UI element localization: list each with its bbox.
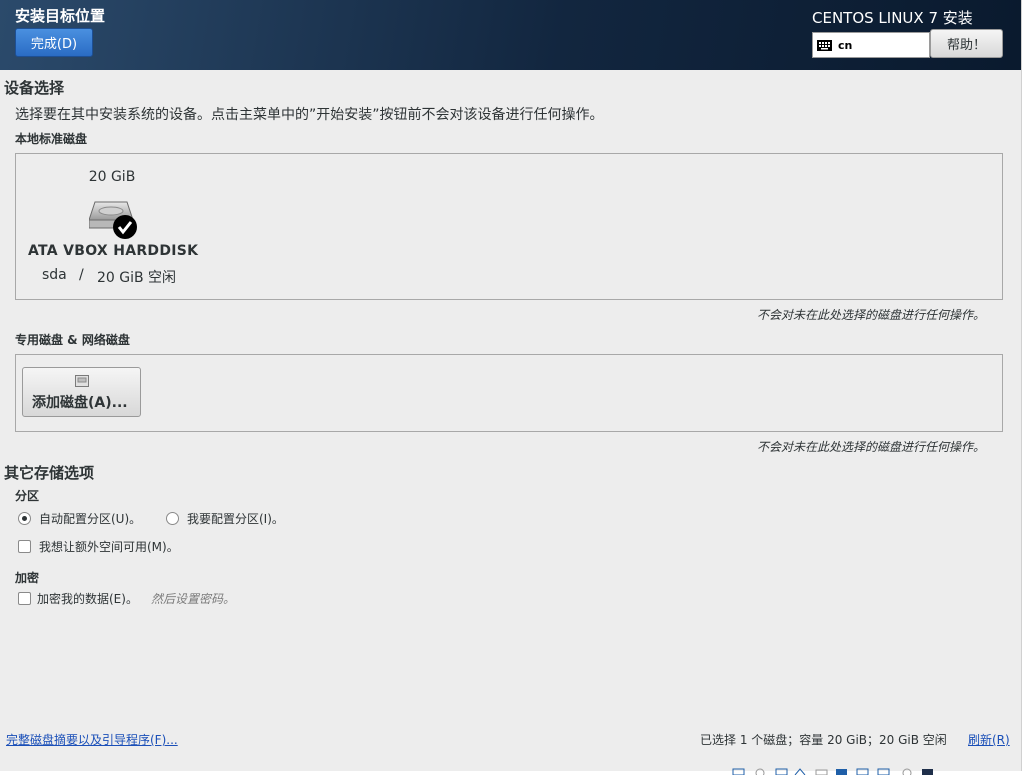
add-disk-icon bbox=[75, 375, 89, 387]
manual-partition-label[interactable]: 我要配置分区(I)。 bbox=[187, 510, 284, 527]
installer-window: 安装目标位置 完成(D) CENTOS LINUX 7 安装 cn 帮助！ 设备… bbox=[0, 0, 1021, 771]
manual-partition-radio[interactable] bbox=[166, 512, 179, 525]
disk-separator: / bbox=[79, 267, 84, 283]
done-button[interactable]: 完成(D) bbox=[15, 28, 93, 57]
auto-partition-label[interactable]: 自动配置分区(U)。 bbox=[39, 510, 141, 527]
status-tray-icons bbox=[732, 768, 933, 778]
extra-space-label[interactable]: 我想让额外空间可用(M)。 bbox=[39, 538, 179, 555]
page-title: 安装目标位置 bbox=[15, 7, 106, 25]
host-status-bar bbox=[732, 764, 942, 778]
local-disks-note: 不会对未在此处选择的磁盘进行任何操作。 bbox=[757, 308, 986, 322]
extra-space-checkbox[interactable] bbox=[18, 540, 31, 553]
product-title: CENTOS LINUX 7 安装 bbox=[812, 9, 973, 27]
disk-size: 20 GiB bbox=[88, 169, 136, 185]
disk-device: sda bbox=[42, 267, 67, 283]
add-disk-button[interactable]: 添加磁盘(A)... bbox=[22, 367, 141, 417]
encrypt-hint: 然后设置密码。 bbox=[151, 592, 236, 606]
auto-partition-radio[interactable] bbox=[18, 512, 31, 525]
specialized-disks-note: 不会对未在此处选择的磁盘进行任何操作。 bbox=[757, 440, 986, 454]
window-edge bbox=[1021, 0, 1029, 771]
encrypt-checkbox[interactable] bbox=[18, 592, 31, 605]
help-button[interactable]: 帮助！ bbox=[930, 29, 1003, 58]
keyboard-layout-value: cn bbox=[838, 38, 853, 52]
device-selection-title: 设备选择 bbox=[4, 79, 65, 97]
encryption-title: 加密 bbox=[15, 571, 40, 585]
partitioning-title: 分区 bbox=[15, 489, 40, 503]
header-bar: 安装目标位置 完成(D) CENTOS LINUX 7 安装 cn 帮助！ bbox=[0, 0, 1021, 70]
selection-summary: 已选择 1 个磁盘；容量 20 GiB；20 GiB 空闲 bbox=[700, 733, 947, 747]
other-storage-title: 其它存储选项 bbox=[4, 464, 95, 482]
specialized-disks-panel: 添加磁盘(A)... bbox=[15, 354, 1003, 432]
disk-free-space: 20 GiB 空闲 bbox=[97, 270, 177, 286]
harddisk-selected-icon bbox=[89, 201, 137, 239]
encrypt-label[interactable]: 加密我的数据(E)。 bbox=[37, 590, 138, 607]
disk-tile-sda[interactable]: 20 GiB ATA VBOX HARDDISK sda / 20 GiB 空闲 bbox=[16, 154, 216, 299]
add-disk-label: 添加磁盘(A)... bbox=[32, 395, 128, 411]
refresh-link[interactable]: 刷新(R) bbox=[968, 731, 1010, 748]
keyboard-layout-indicator[interactable]: cn bbox=[812, 32, 930, 58]
full-disk-summary-link[interactable]: 完整磁盘摘要以及引导程序(F)... bbox=[6, 731, 178, 748]
device-selection-description: 选择要在其中安装系统的设备。点击主菜单中的”开始安装”按钮前不会对该设备进行任何… bbox=[15, 107, 604, 123]
local-disks-title: 本地标准磁盘 bbox=[15, 132, 88, 146]
disk-model: ATA VBOX HARDDISK bbox=[28, 243, 199, 259]
local-disks-panel: 20 GiB ATA VBOX HARDDISK sda / 20 GiB 空闲 bbox=[15, 153, 1003, 300]
specialized-disks-title: 专用磁盘 & 网络磁盘 bbox=[15, 333, 130, 347]
keyboard-icon bbox=[817, 39, 832, 51]
